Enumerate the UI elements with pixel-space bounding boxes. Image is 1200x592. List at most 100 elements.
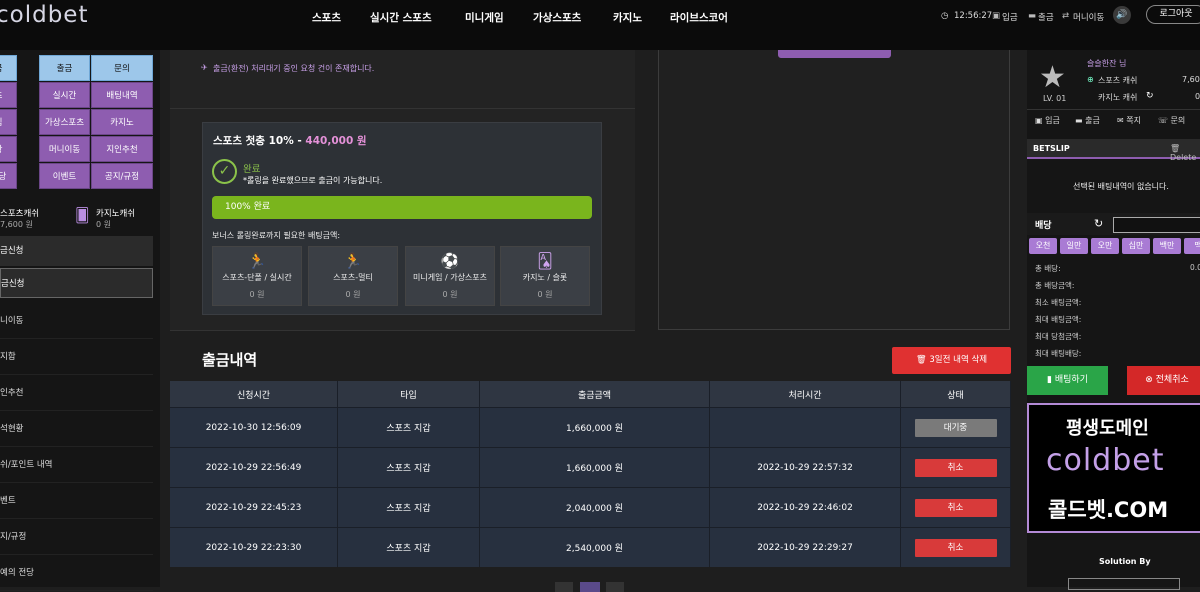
bet-amount-button[interactable]: 일만 (1060, 238, 1088, 254)
table-cell: 1,660,000 원 (480, 408, 710, 447)
bet-summary-value: 0.0 (1190, 263, 1200, 272)
transfer-icon: ⇄ (1062, 11, 1070, 21)
quick-menu-item[interactable]: 머니이동 (39, 136, 90, 162)
quick-menu-item[interactable]: 배팅내역 (91, 82, 153, 108)
bet-amount-button[interactable]: 오천 (1029, 238, 1057, 254)
quick-menu-item[interactable]: 실시간 (39, 82, 90, 108)
header-transfer-link[interactable]: 머니이동 (1073, 11, 1104, 23)
right-deposit-link[interactable]: ▣ 입금 (1035, 115, 1060, 126)
bonus-req-label: 보너스 롤링완료까지 필요한 배팅금액: (212, 231, 341, 240)
quick-menu-item[interactable]: 전당 (0, 163, 17, 189)
panel-button-edge[interactable] (778, 50, 891, 58)
bet-amount-button[interactable]: 맥 (1184, 238, 1200, 254)
quick-menu-item[interactable]: 문의 (91, 55, 153, 81)
bet-summary-label: 총 배당금액: (1035, 281, 1075, 290)
left-menu-item[interactable]: 니이동 (0, 303, 153, 339)
solution-label: Solution By (1099, 557, 1151, 566)
quick-menu-item[interactable]: 임 (0, 109, 17, 135)
bet-summary-label: 총 배당: (1035, 264, 1061, 273)
bet-summary-label: 최대 배팅배당: (1035, 349, 1082, 358)
betslip-delete[interactable]: 🗑Delete (1170, 144, 1200, 162)
pagination-current[interactable] (580, 582, 600, 592)
bet-summary-label: 최대 당첨금액: (1035, 332, 1082, 341)
ball-icon: ⚽ (440, 252, 460, 270)
refresh-icon[interactable]: ↻ (1146, 91, 1154, 101)
quick-menu-item[interactable]: 황 (0, 136, 17, 162)
quick-menu-item[interactable]: 금 (0, 55, 17, 81)
sports-cash-icon: ⊕ (1087, 75, 1094, 84)
pagination-prev[interactable] (555, 582, 573, 592)
header-deposit-link[interactable]: 입금 (1002, 11, 1018, 23)
pagination-next[interactable] (606, 582, 624, 592)
table-header-cell: 타입 (338, 381, 480, 407)
bet-amount-button[interactable]: 오만 (1091, 238, 1119, 254)
table-cell: 2022-10-29 22:23:30 (170, 528, 338, 567)
bonus-done: 완료 (243, 164, 261, 175)
left-menu-item[interactable]: 지함 (0, 339, 153, 375)
level-star-icon: ★ (1039, 60, 1066, 95)
left-menu-item[interactable]: 석현황 (0, 411, 153, 447)
header-withdraw-link[interactable]: 출금 (1038, 11, 1054, 23)
close-icon: ⊗ (1145, 375, 1153, 385)
right-casino-cash-value: 0 (1195, 92, 1200, 101)
trash-icon: 🗑 (915, 355, 927, 365)
table-cell: 2022-10-30 12:56:09 (170, 408, 338, 447)
nav-minigame[interactable]: 미니게임 (465, 10, 504, 25)
quick-menu-item[interactable]: 가상스포츠 (39, 109, 90, 135)
nav-live-sports[interactable]: 실시간 스포츠 (370, 10, 432, 25)
nav-casino[interactable]: 카지노 (613, 10, 642, 25)
delete-old-history-button[interactable]: 🗑 3일전 내역 삭제 (892, 347, 1011, 374)
bonus-category: 🂡 카지노 / 슬롯 0 원 (500, 246, 590, 306)
volume-icon[interactable]: 🔊 (1113, 6, 1131, 24)
table-cell-status: 취소 (901, 528, 1011, 567)
left-menu-item[interactable]: 예의 전당 (0, 555, 153, 591)
logout-button[interactable]: 로그아웃 (1146, 5, 1200, 24)
bet-amount-input[interactable] (1113, 217, 1200, 233)
nav-sports[interactable]: 스포츠 (312, 10, 341, 25)
bet-amount-button[interactable]: 백만 (1153, 238, 1181, 254)
status-badge: 취소 (914, 458, 997, 477)
runner-icon: 🏃 (247, 252, 267, 270)
quick-menu-item[interactable]: 카지노 (91, 109, 153, 135)
bonus-title: 스포츠 첫충 10% - 440,000 원 (213, 133, 367, 148)
table-cell: 2022-10-29 22:46:02 (710, 488, 901, 527)
left-menu-item[interactable]: 지/규정 (0, 519, 153, 555)
table-cell: 2,540,000 원 (480, 528, 710, 567)
table-cell: 스포츠 지갑 (338, 408, 480, 447)
table-cell: 2022-10-29 22:29:27 (710, 528, 901, 567)
nav-virtual-sports[interactable]: 가상스포츠 (533, 10, 581, 25)
bonus-done-desc: *롤링을 완료했으므로 출금이 가능합니다. (243, 176, 383, 185)
quick-menu-item[interactable]: 출금 (39, 55, 90, 81)
bonus-category-amount: 0 원 (249, 290, 265, 299)
nav-livescore[interactable]: 라이브스코어 (670, 10, 728, 25)
place-bet-button[interactable]: ▮ 배팅하기 (1027, 366, 1108, 395)
betslip-delete-label: Delete (1170, 153, 1197, 162)
quick-menu-item[interactable]: 츠 (0, 82, 17, 108)
clear-all-button[interactable]: ⊗ 전체취소 (1127, 366, 1200, 395)
right-message-label: 쪽지 (1126, 116, 1141, 125)
table-header-cell: 출금금액 (480, 381, 710, 407)
right-inquiry-link[interactable]: ☏ 문의 (1158, 115, 1185, 126)
quick-menu-item[interactable]: 지인추천 (91, 136, 153, 162)
quick-menu-item[interactable]: 공지/규정 (91, 163, 153, 189)
table-cell-status: 대기중 (901, 408, 1011, 447)
bet-refresh-icon[interactable]: ↻ (1094, 217, 1103, 230)
bet-amount-button[interactable]: 십만 (1122, 238, 1150, 254)
betslip-title: BETSLIP (1033, 144, 1070, 153)
clear-all-label: 전체취소 (1155, 375, 1189, 385)
bonus-category-label: 스포츠-단폴 / 실시간 (222, 273, 292, 282)
site-logo[interactable]: coldbet (0, 2, 88, 28)
table-row: 2022-10-30 12:56:09 스포츠 지갑 1,660,000 원 대기중 (170, 407, 1011, 447)
right-message-link[interactable]: ✉ 쪽지 (1117, 115, 1141, 126)
table-header-cell: 처리시간 (710, 381, 901, 407)
left-menu-item[interactable]: 쉬/포인트 내역 (0, 447, 153, 483)
right-withdraw-link[interactable]: ▬ 출금 (1075, 115, 1100, 126)
left-menu-item[interactable]: 벤트 (0, 483, 153, 519)
table-header-cell: 상태 (901, 381, 1011, 407)
table-row: 2022-10-29 22:45:23 스포츠 지갑 2,040,000 원 2022… (170, 487, 1011, 527)
left-menu-item[interactable]: 인추천 (0, 375, 153, 411)
left-section-withdraw[interactable]: 금신청 (0, 268, 153, 298)
notice-icon: ✈ (201, 63, 208, 72)
quick-menu-item[interactable]: 이벤트 (39, 163, 90, 189)
left-section-deposit[interactable]: 금신청 (0, 236, 153, 266)
